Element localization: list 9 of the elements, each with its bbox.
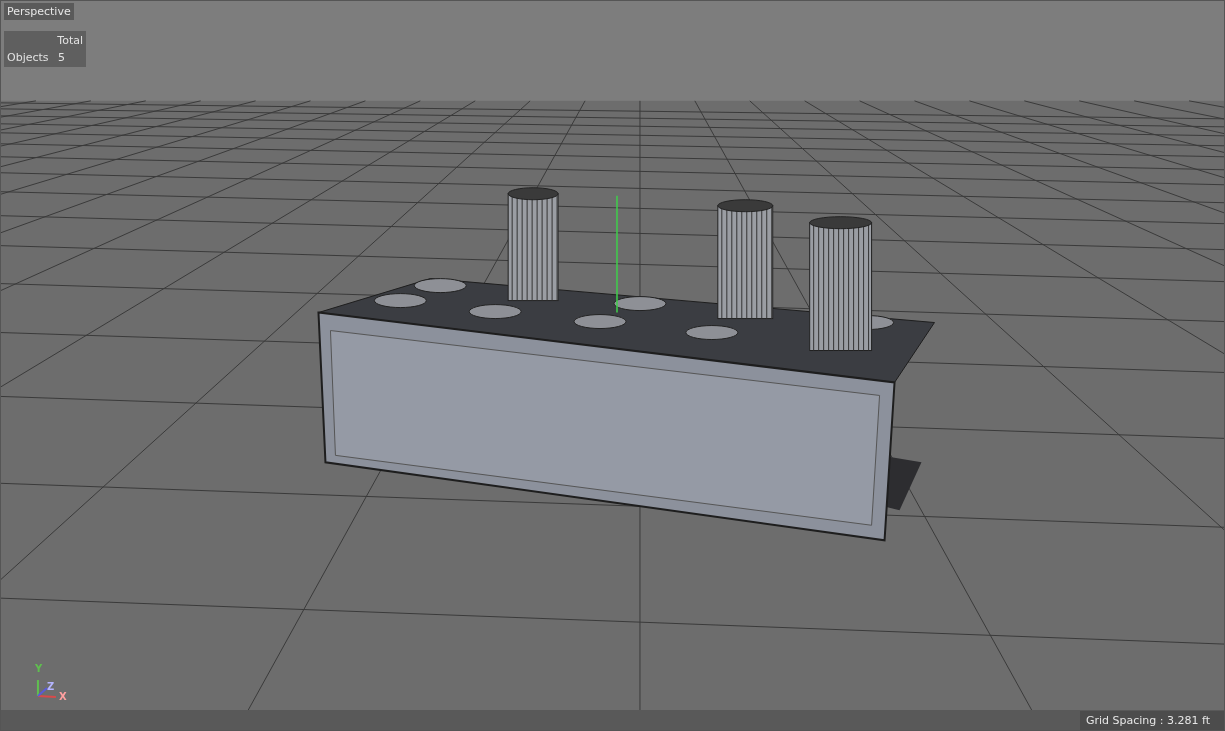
- hud-header: Total: [57, 34, 83, 47]
- axis-label: Z: [46, 681, 55, 693]
- hud-label: Objects: [7, 51, 49, 64]
- grid-spacing-label: Grid Spacing : 3.281 ft: [1079, 710, 1224, 730]
- axis-label: Y: [34, 663, 43, 675]
- hud-value: 5: [58, 51, 66, 64]
- axis-gizmo-drawing: [36, 679, 57, 698]
- viewport-title[interactable]: Perspective: [4, 3, 74, 20]
- axis-label: X: [58, 691, 67, 702]
